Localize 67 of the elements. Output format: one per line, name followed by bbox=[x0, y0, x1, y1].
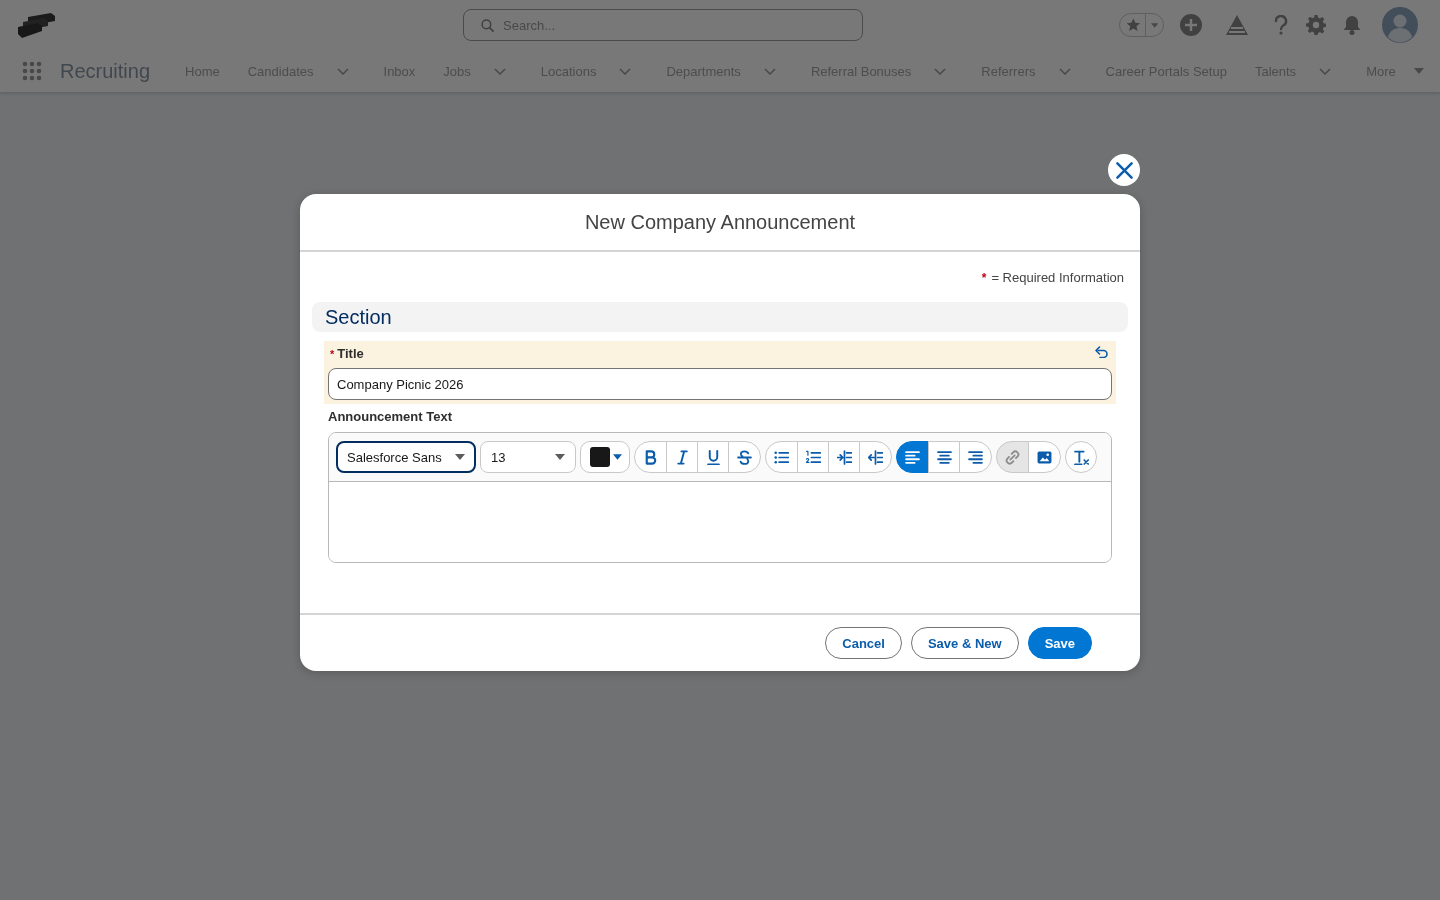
caret-down-icon bbox=[555, 454, 565, 460]
section-header: Section bbox=[312, 302, 1128, 332]
chevron-down-icon[interactable] bbox=[1319, 67, 1332, 75]
settings-icon[interactable] bbox=[1306, 15, 1326, 35]
indent-icon bbox=[836, 449, 852, 465]
numbered-list-button[interactable] bbox=[797, 441, 829, 473]
close-button[interactable] bbox=[1108, 154, 1140, 186]
bell-icon[interactable] bbox=[1342, 15, 1362, 35]
caret-down-icon[interactable] bbox=[1150, 22, 1158, 28]
chevron-down-icon[interactable] bbox=[1058, 67, 1071, 75]
plus-circle-icon[interactable] bbox=[1180, 14, 1202, 36]
chevron-down-icon[interactable] bbox=[934, 67, 947, 75]
outdent-button[interactable] bbox=[859, 441, 892, 473]
help-icon[interactable] bbox=[1274, 15, 1288, 35]
clear-formatting-icon bbox=[1073, 449, 1089, 465]
align-right-button[interactable] bbox=[959, 441, 992, 473]
underline-icon bbox=[705, 449, 721, 465]
avatar-icon[interactable] bbox=[1382, 7, 1418, 43]
color-swatch-icon bbox=[590, 447, 610, 467]
required-note: = Required Information bbox=[991, 269, 1124, 287]
caret-down-icon bbox=[455, 454, 465, 460]
indent-button[interactable] bbox=[828, 441, 860, 473]
text-color-button[interactable] bbox=[580, 441, 630, 473]
strikethrough-icon bbox=[737, 449, 752, 465]
mountain-icon[interactable] bbox=[1226, 15, 1248, 35]
logo-icon[interactable] bbox=[18, 12, 55, 38]
align-center-icon bbox=[936, 449, 952, 465]
caret-down-icon[interactable] bbox=[1413, 68, 1424, 74]
field-label: Title bbox=[337, 345, 364, 363]
undo-icon[interactable] bbox=[1094, 344, 1108, 358]
italic-icon bbox=[674, 449, 690, 465]
grid-dots-icon[interactable] bbox=[22, 61, 42, 81]
align-left-icon bbox=[905, 449, 920, 465]
field-label: Announcement Text bbox=[328, 408, 452, 426]
outdent-icon bbox=[868, 449, 883, 465]
secondary-button[interactable]: Cancel bbox=[825, 627, 902, 659]
numbered-list-icon bbox=[805, 449, 821, 465]
secondary-button[interactable]: Save & New bbox=[910, 627, 1019, 659]
clear-formatting-button[interactable] bbox=[1065, 441, 1097, 473]
chevron-down-icon[interactable] bbox=[763, 67, 776, 75]
chevron-down-icon[interactable] bbox=[336, 67, 349, 75]
modal-title: New Company Announcement bbox=[584, 209, 856, 235]
link-icon bbox=[1005, 449, 1020, 465]
image-icon bbox=[1037, 449, 1052, 465]
align-left-button[interactable] bbox=[896, 441, 929, 473]
align-right-icon bbox=[968, 449, 983, 465]
chevron-down-icon[interactable] bbox=[619, 67, 632, 75]
chevron-down-icon[interactable] bbox=[493, 67, 506, 75]
close-icon bbox=[1115, 161, 1133, 179]
image-button[interactable] bbox=[1028, 441, 1061, 473]
caret-down-icon bbox=[613, 454, 622, 460]
align-center-button[interactable] bbox=[928, 441, 960, 473]
underline-button[interactable] bbox=[697, 441, 729, 473]
strikethrough-button[interactable] bbox=[728, 441, 761, 473]
text-input[interactable]: Company Picnic 2026 bbox=[328, 368, 1112, 400]
italic-button[interactable] bbox=[666, 441, 698, 473]
primary-button[interactable]: Save bbox=[1027, 627, 1092, 659]
bulleted-list-button[interactable] bbox=[765, 441, 798, 473]
bulleted-list-icon bbox=[774, 449, 789, 465]
bold-icon bbox=[643, 449, 658, 465]
font-family-select[interactable]: Salesforce Sans bbox=[336, 441, 476, 473]
required-marker: * bbox=[981, 270, 987, 287]
search-icon bbox=[481, 18, 494, 32]
required-marker: * bbox=[330, 347, 335, 362]
font-size-select[interactable]: 13 bbox=[480, 441, 576, 473]
star-icon[interactable] bbox=[1126, 17, 1141, 33]
bold-button[interactable] bbox=[634, 441, 667, 473]
